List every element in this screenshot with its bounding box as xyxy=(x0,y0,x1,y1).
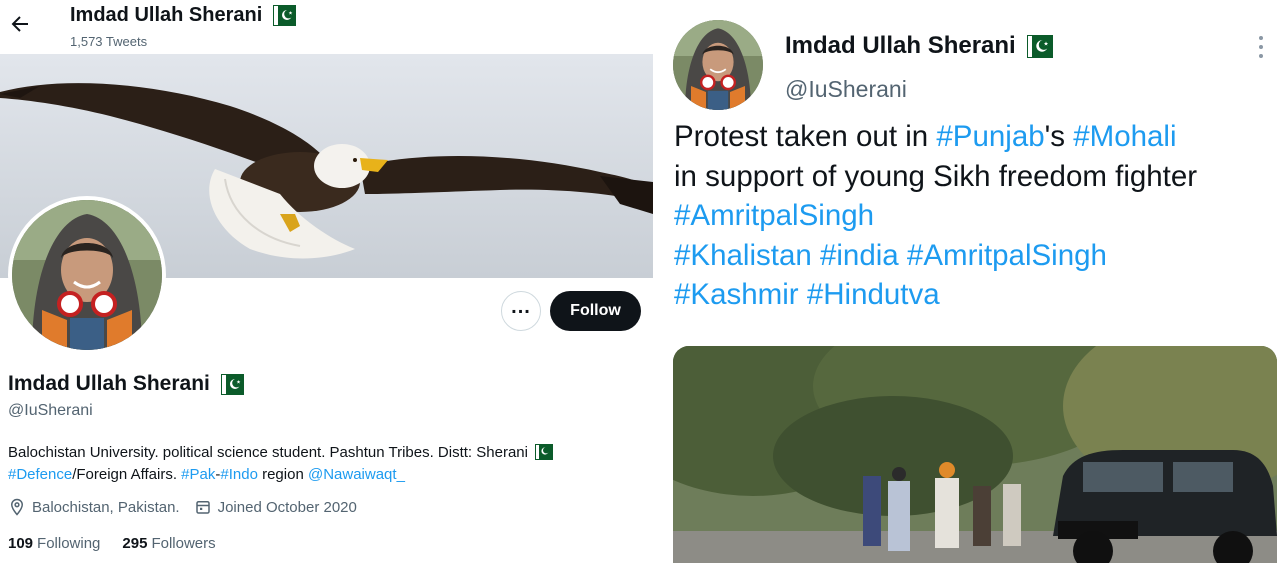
header-title: Imdad Ullah Sherani xyxy=(70,4,297,27)
bio-line1: Balochistan University. political scienc… xyxy=(8,444,528,461)
hashtag-kashmir[interactable]: #Kashmir xyxy=(674,278,799,311)
bio-text: region xyxy=(257,466,308,483)
pakistan-flag-icon xyxy=(1026,34,1053,58)
profile-header-bar: Imdad Ullah Sherani 1,573 Tweets xyxy=(0,0,653,54)
bio-hashtag-defence[interactable]: #Defence xyxy=(8,466,72,483)
avatar[interactable] xyxy=(673,20,763,110)
profile-bio: Balochistan University. political scienc… xyxy=(8,442,648,486)
hashtag-amritpalsingh[interactable]: #AmritpalSingh xyxy=(674,199,874,232)
profile-name: Imdad Ullah Sherani xyxy=(8,372,210,395)
hashtag-india[interactable]: #india xyxy=(820,239,899,272)
profile-avatar-frame[interactable] xyxy=(8,196,166,354)
hashtag-mohali[interactable]: #Mohali xyxy=(1073,120,1176,153)
more-vertical-icon[interactable] xyxy=(1255,36,1267,62)
joined-text: Joined October 2020 xyxy=(217,498,357,516)
bio-mention[interactable]: @Nawaiwaqt_ xyxy=(308,466,405,483)
location-text: Balochistan, Pakistan. xyxy=(32,498,180,516)
tweet-author-name-row: Imdad Ullah Sherani xyxy=(785,32,1053,60)
tweet-author-handle[interactable]: @IuSherani xyxy=(785,76,907,103)
hashtag-amritpalsingh[interactable]: #AmritpalSingh xyxy=(907,239,1107,272)
joined-item: Joined October 2020 xyxy=(194,498,357,516)
pakistan-flag-icon xyxy=(534,444,553,460)
profile-stats: 109 Following 295 Followers xyxy=(8,535,238,552)
header-name: Imdad Ullah Sherani xyxy=(70,4,263,26)
following-label: Following xyxy=(37,535,101,552)
bio-text: /Foreign Affairs. xyxy=(72,466,182,483)
tweet-panel: Imdad Ullah Sherani @IuSherani Protest t… xyxy=(655,0,1280,563)
tweet-text-part: in support of young Sikh freedom fighter xyxy=(674,159,1198,193)
following-count: 109 xyxy=(8,535,34,552)
location-item: Balochistan, Pakistan. xyxy=(8,498,180,516)
profile-panel: Imdad Ullah Sherani 1,573 Tweets ... Fol… xyxy=(0,0,653,563)
bio-hashtag-pak[interactable]: #Pak xyxy=(181,466,215,483)
follow-button[interactable]: Follow xyxy=(550,291,641,331)
calendar-icon xyxy=(195,501,210,514)
followers-count: 295 xyxy=(122,535,148,552)
more-options-button[interactable]: ... xyxy=(501,291,541,331)
avatar xyxy=(12,200,162,350)
bio-hashtag-indo[interactable]: #Indo xyxy=(220,466,258,483)
hashtag-punjab[interactable]: #Punjab xyxy=(936,120,1044,153)
profile-meta: Balochistan, Pakistan. Joined October 20… xyxy=(8,498,371,516)
hashtag-hindutva[interactable]: #Hindutva xyxy=(807,278,940,311)
tweet-text: Protest taken out in #Punjab's #Mohali i… xyxy=(674,117,1274,315)
followers-label: Followers xyxy=(151,535,216,552)
more-icon: ... xyxy=(511,296,531,318)
following-link[interactable]: 109 Following xyxy=(8,535,100,552)
profile-name-row: Imdad Ullah Sherani xyxy=(8,372,244,396)
tweet-text-part: 's xyxy=(1044,120,1074,153)
location-pin-icon xyxy=(10,498,24,516)
pakistan-flag-icon xyxy=(273,5,297,26)
hashtag-khalistan[interactable]: #Khalistan xyxy=(674,239,812,272)
tweet-text-part: Protest taken out in xyxy=(674,120,937,153)
arrow-left-icon[interactable] xyxy=(8,12,32,36)
tweet-author-name[interactable]: Imdad Ullah Sherani xyxy=(785,32,1016,60)
profile-handle: @IuSherani xyxy=(8,402,93,419)
followers-link[interactable]: 295 Followers xyxy=(122,535,215,552)
tweet-media-image[interactable] xyxy=(673,346,1277,563)
tweet-count: 1,573 Tweets xyxy=(70,34,148,49)
pakistan-flag-icon xyxy=(220,373,244,395)
